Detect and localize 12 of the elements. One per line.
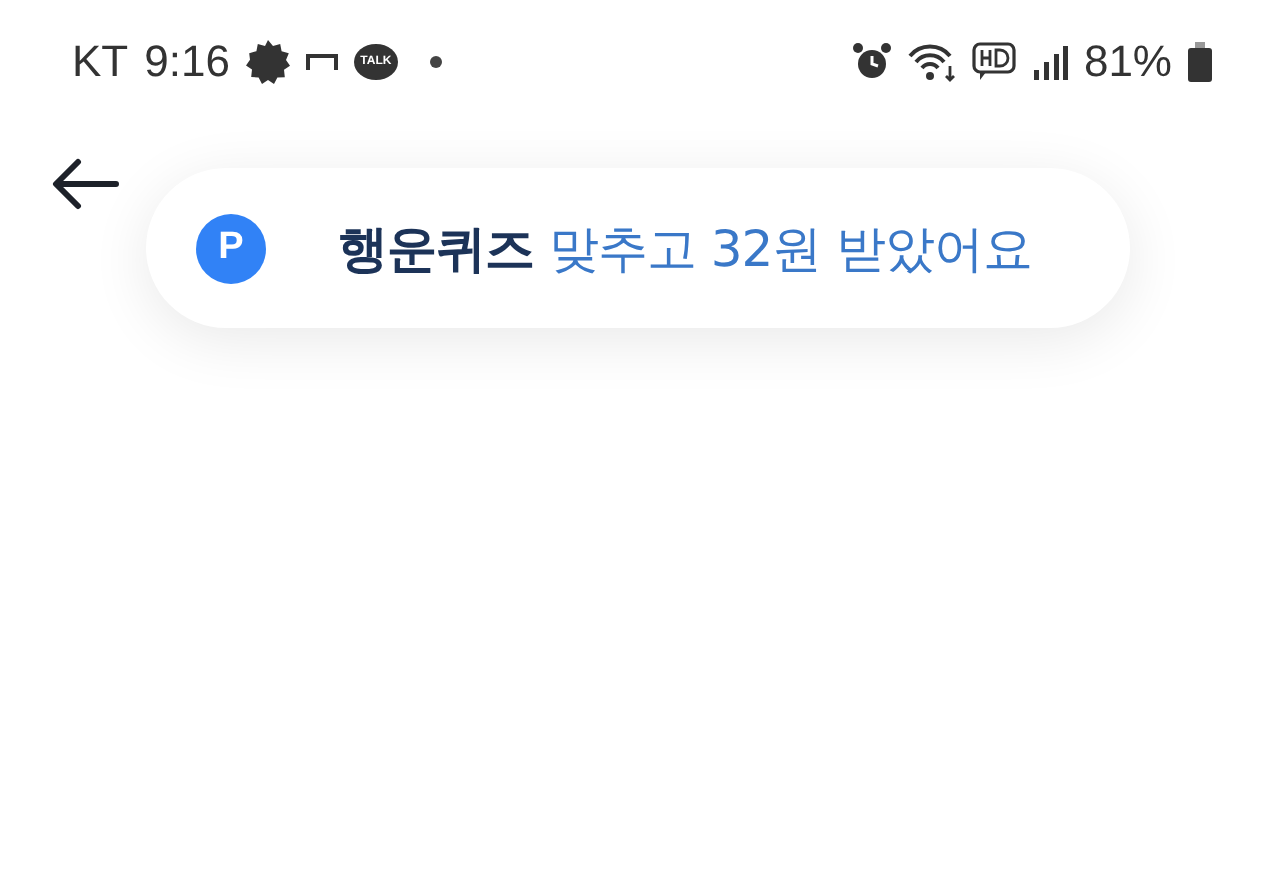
carrier-label: KT [72,36,129,88]
wifi-icon [907,42,956,82]
clock-time: 9:16 [144,36,230,88]
alarm-icon [851,42,892,82]
battery-icon [1188,42,1212,82]
hd-icon [971,42,1016,82]
points-badge: P [196,213,266,283]
signal-icon [1031,44,1068,80]
dot-icon [429,56,442,68]
back-arrow-icon[interactable] [52,158,120,210]
toast-message: 행운퀴즈 맞추고 32원 받았어요 [338,217,1033,281]
battery-percent: 81% [1083,36,1172,88]
